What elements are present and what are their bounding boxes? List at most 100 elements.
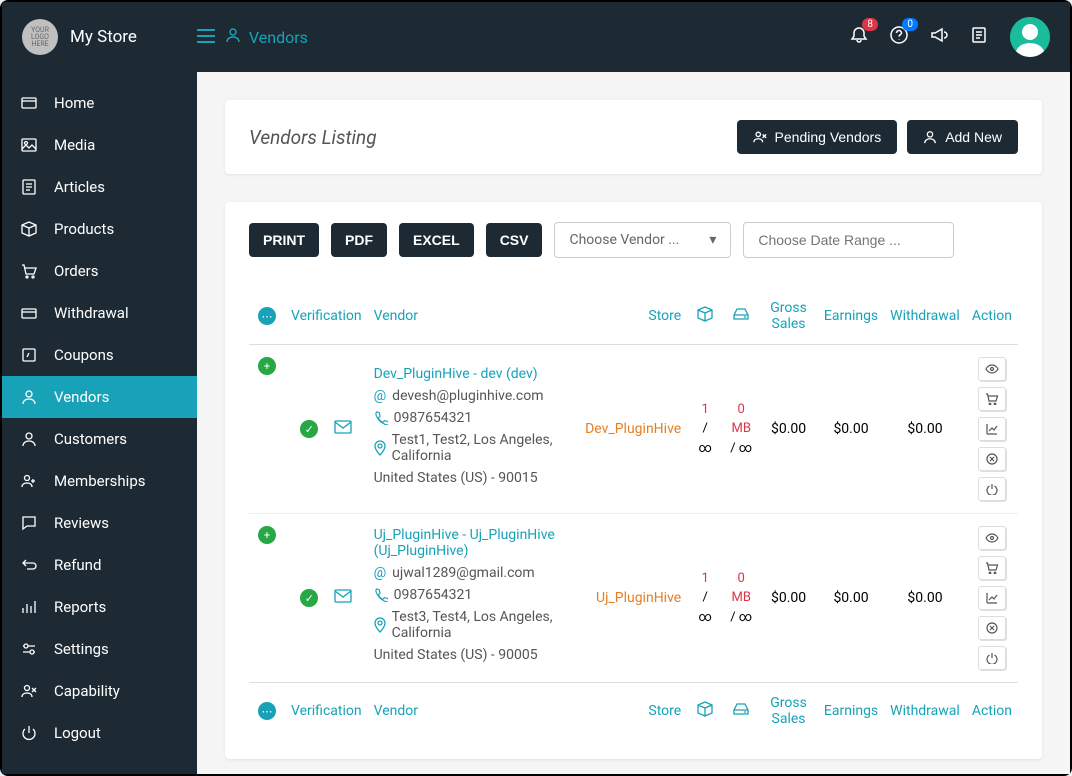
pdf-button[interactable]: PDF — [331, 223, 387, 257]
column-verification[interactable]: Verification — [285, 683, 368, 740]
menu-toggle-icon[interactable] — [197, 28, 215, 47]
sidebar-item-refund[interactable]: Refund — [2, 544, 197, 586]
column-vendor[interactable]: Vendor — [368, 683, 580, 740]
sidebar-item-withdrawal[interactable]: Withdrawal — [2, 292, 197, 334]
column-withdrawal[interactable]: Withdrawal — [884, 683, 966, 740]
view-action-button[interactable] — [978, 526, 1006, 550]
customers-icon — [20, 431, 38, 447]
column-store[interactable]: Store — [579, 288, 687, 345]
email-icon[interactable] — [334, 420, 352, 438]
vendors-table: ⋯ Verification Vendor Store Gross Sales … — [249, 288, 1018, 739]
print-button[interactable]: PRINT — [249, 223, 319, 257]
sidebar-item-customers[interactable]: Customers — [2, 418, 197, 460]
reports-icon — [20, 599, 38, 615]
sidebar-item-label: Logout — [54, 724, 101, 742]
expand-row-icon[interactable]: + — [258, 357, 276, 375]
column-products-icon[interactable] — [687, 683, 723, 740]
disable-action-button[interactable] — [978, 447, 1006, 471]
sidebar-item-reports[interactable]: Reports — [2, 586, 197, 628]
disk-usage: 0 MB — [731, 571, 750, 606]
column-action: Action — [966, 683, 1018, 740]
column-withdrawal[interactable]: Withdrawal — [884, 288, 966, 345]
sidebar-item-label: Articles — [54, 178, 105, 196]
help-icon[interactable]: 0 — [890, 26, 908, 48]
breadcrumb[interactable]: Vendors — [249, 28, 308, 47]
stats-action-button[interactable] — [978, 417, 1006, 441]
sidebar-item-label: Media — [54, 136, 95, 154]
expand-row-icon[interactable]: + — [258, 526, 276, 544]
power-action-button[interactable] — [978, 646, 1006, 670]
column-disk-icon[interactable] — [723, 288, 759, 345]
excel-button[interactable]: EXCEL — [399, 223, 474, 257]
earnings-value: $0.00 — [818, 514, 884, 683]
sidebar-item-vendors[interactable]: Vendors — [2, 376, 197, 418]
sidebar-item-products[interactable]: Products — [2, 208, 197, 250]
user-icon — [225, 27, 241, 47]
ellipsis-icon: ⋯ — [258, 702, 276, 720]
notifications-icon[interactable]: 8 — [850, 26, 868, 48]
orders-action-button[interactable] — [978, 556, 1006, 580]
at-icon: @ — [374, 565, 387, 581]
column-expand[interactable]: ⋯ — [249, 683, 285, 740]
docs-icon[interactable] — [970, 26, 988, 48]
column-products-icon[interactable] — [687, 288, 723, 345]
page-title: Vendors Listing — [249, 126, 377, 149]
vendor-select[interactable]: Choose Vendor ... ▾ — [554, 222, 731, 258]
announcement-icon[interactable] — [930, 26, 948, 48]
disk-usage: 0 MB — [731, 402, 750, 437]
store-link[interactable]: Dev_PluginHive — [585, 421, 681, 437]
sidebar-item-settings[interactable]: Settings — [2, 628, 197, 670]
column-verification[interactable]: Verification — [285, 288, 368, 345]
column-earnings[interactable]: Earnings — [818, 683, 884, 740]
vendor-name-link[interactable]: Uj_PluginHive - Uj_PluginHive (Uj_Plugin… — [374, 527, 574, 559]
withdrawal-icon — [20, 305, 38, 321]
column-gross-sales[interactable]: Gross Sales — [759, 288, 818, 345]
help-badge: 0 — [902, 18, 918, 31]
logout-icon — [20, 725, 38, 741]
notifications-badge: 8 — [862, 18, 878, 31]
store-link[interactable]: Uj_PluginHive — [596, 590, 681, 606]
email-icon[interactable] — [334, 589, 352, 607]
avatar[interactable] — [1010, 17, 1050, 57]
view-action-button[interactable] — [978, 357, 1006, 381]
products-icon — [20, 221, 38, 237]
sidebar-item-home[interactable]: Home — [2, 82, 197, 124]
main-content: Vendors Listing Pending Vendors Add New … — [197, 72, 1070, 774]
capability-icon — [20, 683, 38, 699]
column-gross-sales[interactable]: Gross Sales — [759, 683, 818, 740]
sidebar-item-reviews[interactable]: Reviews — [2, 502, 197, 544]
column-store[interactable]: Store — [579, 683, 687, 740]
disable-action-button[interactable] — [978, 616, 1006, 640]
sidebar-item-label: Orders — [54, 262, 99, 280]
sidebar-item-media[interactable]: Media — [2, 124, 197, 166]
articles-icon — [20, 179, 38, 195]
chevron-down-icon: ▾ — [709, 232, 716, 248]
column-action: Action — [966, 288, 1018, 345]
sidebar-item-memberships[interactable]: Memberships — [2, 460, 197, 502]
sidebar-item-orders[interactable]: Orders — [2, 250, 197, 292]
vendor-name-link[interactable]: Dev_PluginHive - dev (dev) — [374, 366, 574, 382]
sidebar-item-capability[interactable]: Capability — [2, 670, 197, 712]
csv-button[interactable]: CSV — [486, 223, 543, 257]
settings-icon — [20, 641, 38, 657]
logo: YOUR LOGO HERE — [22, 19, 58, 55]
column-expand[interactable]: ⋯ — [249, 288, 285, 345]
sidebar-item-label: Capability — [54, 682, 120, 700]
date-range-input[interactable] — [743, 222, 954, 258]
sidebar-item-label: Vendors — [54, 388, 109, 406]
sidebar-item-articles[interactable]: Articles — [2, 166, 197, 208]
pending-vendors-button[interactable]: Pending Vendors — [737, 120, 898, 154]
sidebar-item-label: Coupons — [54, 346, 114, 364]
column-vendor[interactable]: Vendor — [368, 288, 580, 345]
sidebar-item-coupons[interactable]: Coupons — [2, 334, 197, 376]
sidebar-item-logout[interactable]: Logout — [2, 712, 197, 754]
column-earnings[interactable]: Earnings — [818, 288, 884, 345]
orders-action-button[interactable] — [978, 387, 1006, 411]
vendor-address2: United States (US) - 90015 — [374, 470, 538, 486]
column-disk-icon[interactable] — [723, 683, 759, 740]
vendor-phone: 0987654321 — [394, 587, 473, 603]
add-new-button[interactable]: Add New — [907, 120, 1018, 154]
sidebar-item-label: Reviews — [54, 514, 109, 532]
stats-action-button[interactable] — [978, 586, 1006, 610]
power-action-button[interactable] — [978, 477, 1006, 501]
